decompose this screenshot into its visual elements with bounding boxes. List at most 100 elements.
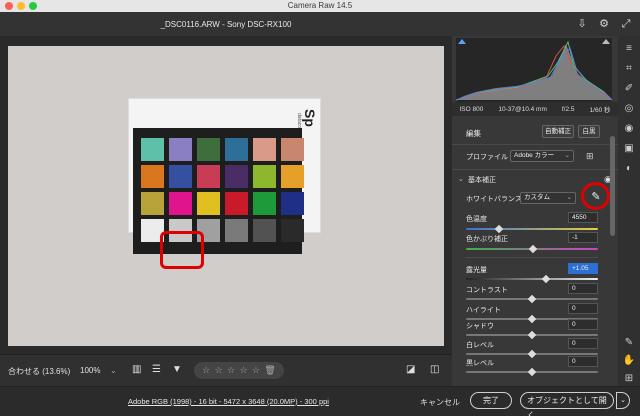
presets-icon[interactable]: ◐: [622, 162, 636, 176]
image-canvas[interactable]: Sp datacolor: [0, 36, 452, 354]
tint-input[interactable]: -1: [568, 232, 598, 243]
color-patch: [141, 165, 164, 188]
star-icon[interactable]: ☆: [202, 365, 210, 376]
color-patch: [281, 165, 304, 188]
panel-scrollbar[interactable]: [610, 136, 615, 236]
mask-icon[interactable]: ◎: [622, 102, 636, 116]
blacks-label: 黒レベル: [466, 360, 494, 367]
shadows-input[interactable]: 0: [568, 319, 598, 330]
exposure-input[interactable]: +1.05: [568, 263, 598, 274]
save-icon[interactable]: ⇩: [576, 18, 588, 30]
temperature-slider[interactable]: [466, 228, 598, 230]
whites-label: 白レベル: [466, 342, 494, 349]
temperature-input[interactable]: 4550: [568, 212, 598, 223]
color-patch: [169, 192, 192, 215]
shadows-label: シャドウ: [466, 323, 494, 330]
highlights-slider-handle[interactable]: [527, 314, 537, 324]
chevron-down-icon: ⌄: [564, 152, 570, 159]
highlights-label: ハイライト: [466, 307, 501, 314]
histogram-graph: [455, 40, 613, 101]
cancel-button[interactable]: キャンセル: [420, 397, 460, 408]
star-icon[interactable]: ☆: [252, 365, 260, 376]
star-icon[interactable]: ☆: [227, 365, 235, 376]
filter-icon[interactable]: ▼: [172, 364, 182, 375]
profile-select-value: Adobe カラー: [514, 152, 555, 159]
color-patch: [197, 138, 220, 161]
open-options-chevron-icon[interactable]: ⌄: [616, 392, 630, 409]
tint-slider-handle[interactable]: [528, 244, 538, 254]
divider: [452, 169, 618, 170]
header-bar: _DSC0116.ARW - Sony DSC-RX100 ⇩ ⚙ ⤢: [0, 12, 640, 36]
edit-sliders-icon[interactable]: ≡: [622, 42, 636, 56]
window-titlebar: Camera Raw 14.5: [0, 0, 640, 12]
trash-icon[interactable]: 🗑: [264, 365, 275, 376]
basic-section-title[interactable]: 基本補正: [468, 175, 496, 185]
bw-button[interactable]: 白黒: [578, 125, 600, 138]
temperature-slider-handle[interactable]: [494, 224, 504, 234]
snapshots-icon[interactable]: ▣: [622, 142, 636, 156]
white-balance-value: カスタム: [524, 194, 550, 201]
profile-select[interactable]: Adobe カラー ⌄: [510, 150, 574, 162]
blacks-slider-handle[interactable]: [527, 367, 537, 377]
compare-view-icon[interactable]: ◫: [430, 364, 439, 375]
shadows-slider-handle[interactable]: [527, 330, 537, 340]
blacks-input[interactable]: 0: [568, 356, 598, 367]
exposure-slider-handle[interactable]: [541, 274, 551, 284]
highlight-clip-icon[interactable]: [602, 39, 610, 44]
iso-value: ISO 800: [459, 105, 484, 113]
red-eye-icon[interactable]: ◉: [622, 122, 636, 136]
star-icon[interactable]: ☆: [239, 365, 247, 376]
star-icon[interactable]: ☆: [215, 365, 223, 376]
color-patch: [197, 165, 220, 188]
whites-slider-handle[interactable]: [527, 349, 537, 359]
color-checker: [133, 128, 304, 254]
color-patch: [253, 219, 276, 242]
exposure-label: 露光量: [466, 267, 487, 274]
exposure-slider[interactable]: [466, 278, 598, 280]
color-patch-grid: [141, 138, 304, 242]
bottom-toolbar: 合わせる (13.6%) 100% ⌄ ▥ ☰ ▼ ☆ ☆ ☆ ☆ ☆ 🗑 ◪ …: [0, 354, 452, 386]
before-after-icon[interactable]: ◪: [406, 364, 415, 375]
highlights-input[interactable]: 0: [568, 303, 598, 314]
focal-value: 10-37@10.4 mm: [498, 105, 547, 113]
color-patch: [169, 138, 192, 161]
highlight-gray-patch-box: [160, 231, 204, 269]
aperture-value: f/2.5: [561, 105, 575, 113]
file-info: _DSC0116.ARW - Sony DSC-RX100: [160, 20, 292, 29]
color-patch: [225, 219, 248, 242]
fit-zoom-button[interactable]: 合わせる (13.6%): [8, 366, 70, 377]
exif-info: ISO 800 10-37@10.4 mm f/2.5 1/60 秒: [452, 102, 618, 116]
color-patch: [225, 138, 248, 161]
grid-icon[interactable]: ⊞: [622, 372, 636, 386]
filmstrip-icon[interactable]: ▥: [132, 364, 141, 375]
done-button[interactable]: 完了: [470, 392, 512, 409]
sort-icon[interactable]: ☰: [152, 364, 161, 375]
open-object-button[interactable]: オブジェクトとして開く: [520, 392, 614, 416]
whites-input[interactable]: 0: [568, 338, 598, 349]
color-patch: [253, 192, 276, 215]
star-rating[interactable]: ☆ ☆ ☆ ☆ ☆ 🗑: [194, 362, 284, 379]
contrast-label: コントラスト: [466, 287, 508, 294]
color-patch: [141, 192, 164, 215]
photo-preview[interactable]: Sp datacolor: [8, 46, 444, 346]
fullscreen-icon[interactable]: ⤢: [620, 18, 632, 30]
white-balance-select[interactable]: カスタム ⌄: [520, 192, 576, 204]
healing-brush-icon[interactable]: ✐: [622, 82, 636, 96]
profile-browser-icon[interactable]: ⊞: [586, 150, 598, 162]
contrast-input[interactable]: 0: [568, 283, 598, 294]
shadow-clip-icon[interactable]: [458, 39, 466, 44]
gear-icon[interactable]: ⚙: [598, 18, 610, 30]
hand-tool-icon[interactable]: ✋: [622, 354, 636, 368]
divider: [466, 257, 598, 258]
contrast-slider-handle[interactable]: [527, 294, 537, 304]
collapse-chevron-icon[interactable]: ⌄: [458, 175, 464, 183]
crop-icon[interactable]: ⌗: [622, 62, 636, 76]
color-patch: [281, 219, 304, 242]
color-patch: [141, 138, 164, 161]
auto-button[interactable]: 自動補正: [542, 125, 574, 138]
color-patch: [253, 165, 276, 188]
zoom-dropdown-icon[interactable]: ⌄: [110, 366, 117, 375]
eyedropper-icon[interactable]: ✎: [622, 336, 636, 350]
workflow-options-link[interactable]: Adobe RGB (1998) - 16 bit - 5472 x 3648 …: [128, 397, 329, 406]
zoom-100-button[interactable]: 100%: [80, 366, 100, 375]
